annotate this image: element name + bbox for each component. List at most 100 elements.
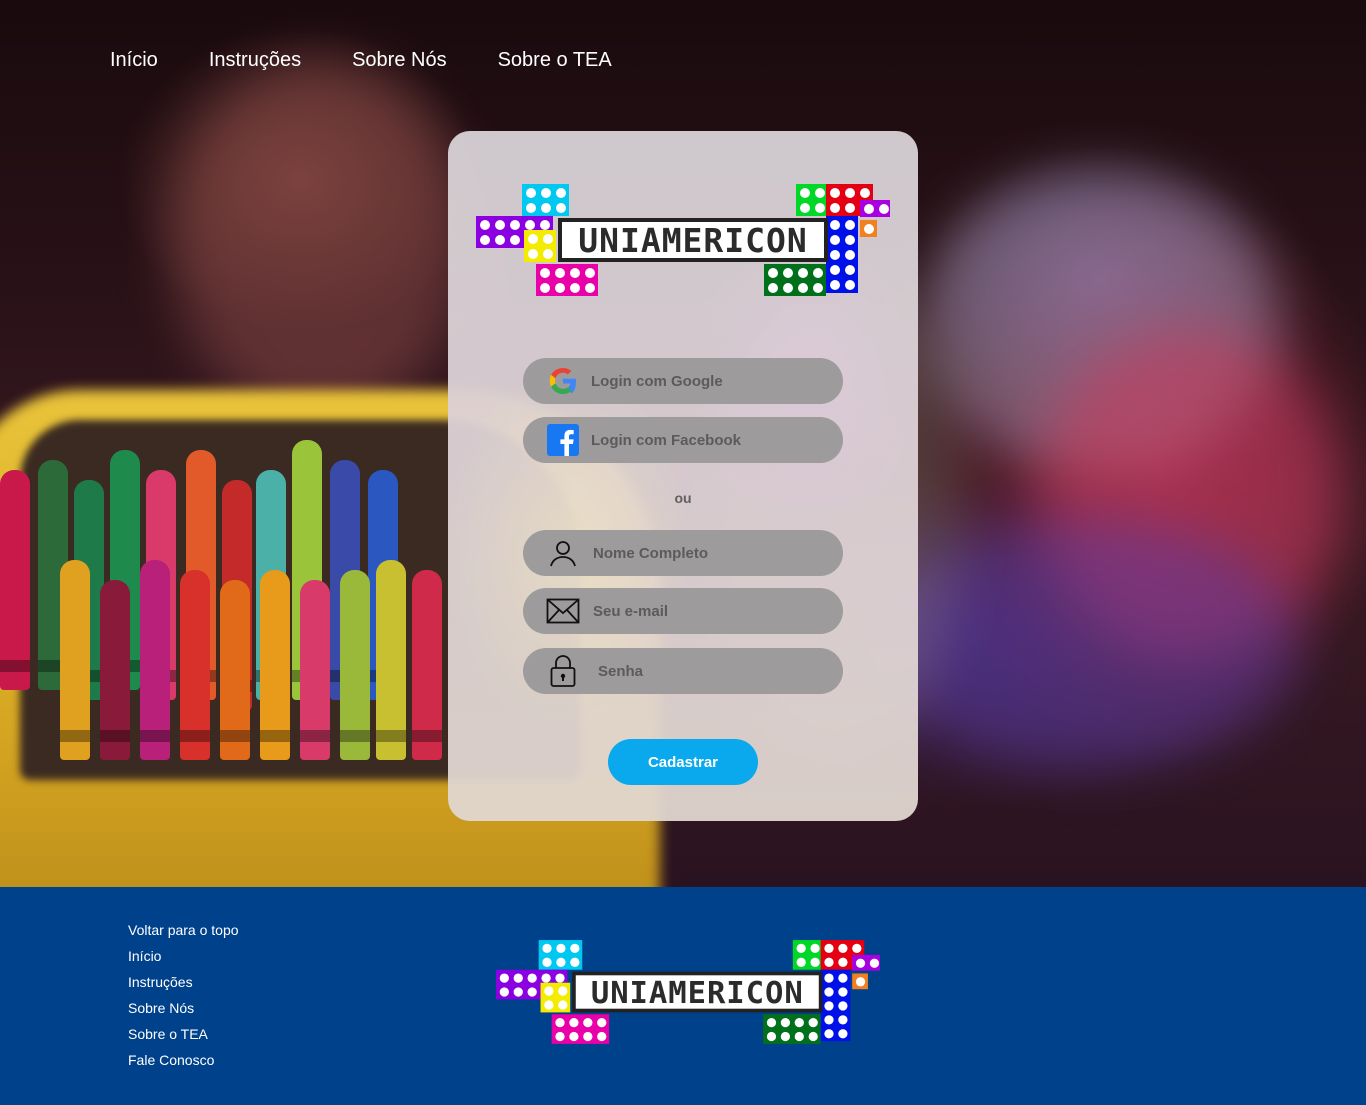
logo-block-stud xyxy=(768,283,778,293)
logo-block-stud xyxy=(860,188,870,198)
logo-block-stud xyxy=(810,957,820,967)
logo-block-stud xyxy=(794,1031,804,1042)
nav-link-instrucoes[interactable]: Instruções xyxy=(209,49,301,72)
logo-block-stud xyxy=(845,280,855,290)
logo-block-stud xyxy=(838,943,848,954)
google-login-label: Login com Google xyxy=(591,372,723,390)
logo-block-stud xyxy=(480,235,490,245)
logo-block-stud xyxy=(558,1000,568,1010)
footer-link-voltar-topo[interactable]: Voltar para o topo xyxy=(128,922,239,938)
logo-block-stud xyxy=(480,220,490,230)
logo-block-stud xyxy=(540,283,550,293)
logo-block-stud xyxy=(555,1031,565,1042)
logo-block-stud xyxy=(542,957,552,967)
logo-block-stud xyxy=(845,188,855,198)
email-input[interactable] xyxy=(593,602,823,620)
logo-block-stud xyxy=(555,283,565,293)
logo-block-stud xyxy=(845,265,855,275)
logo-block-stud xyxy=(845,250,855,260)
logo-block-stud xyxy=(556,188,566,198)
logo-block-stud xyxy=(855,977,866,987)
logo-block-stud xyxy=(526,188,536,198)
logo-block-stud xyxy=(800,203,810,213)
logo-block-stud xyxy=(583,1031,593,1042)
nav-link-inicio[interactable]: Início xyxy=(110,49,158,72)
logo-block-stud xyxy=(510,235,520,245)
logo-block-stud xyxy=(542,943,552,954)
logo-block-stud xyxy=(556,957,566,967)
footer-link-inicio[interactable]: Início xyxy=(128,948,161,964)
footer-link-sobre-nos[interactable]: Sobre Nós xyxy=(128,1000,194,1016)
logo-block-stud xyxy=(555,268,565,278)
footer-link-instrucoes[interactable]: Instruções xyxy=(128,974,193,990)
logo-block-stud xyxy=(543,234,553,244)
user-icon xyxy=(545,535,581,571)
logo-block-stud xyxy=(830,280,840,290)
logo-block-stud xyxy=(855,958,866,968)
logo-block-stud xyxy=(510,220,520,230)
logo-block-stud xyxy=(796,943,806,954)
logo-block-stud xyxy=(570,283,580,293)
logo-block-stud xyxy=(838,987,848,997)
logo-block-stud xyxy=(569,1031,579,1042)
logo-block-stud xyxy=(499,987,509,997)
logo-block-stud xyxy=(813,268,823,278)
logo-block-stud xyxy=(824,1001,834,1011)
logo-block-stud xyxy=(570,268,580,278)
top-navigation: Início Instruções Sobre Nós Sobre o TEA xyxy=(110,49,612,72)
logo-block-stud xyxy=(798,268,808,278)
logo-block-stud xyxy=(543,249,553,259)
logo-block-stud xyxy=(783,283,793,293)
logo-block-stud xyxy=(597,1017,607,1028)
logo-block-stud xyxy=(780,1017,791,1028)
facebook-login-button[interactable]: Login com Facebook xyxy=(523,417,843,463)
logo-block-stud xyxy=(794,1017,804,1028)
logo-block-stud xyxy=(830,265,840,275)
logo-block-stud xyxy=(540,220,550,230)
nav-link-sobre-tea[interactable]: Sobre o TEA xyxy=(498,49,612,72)
cadastrar-button[interactable]: Cadastrar xyxy=(608,739,758,785)
logo-block-stud xyxy=(555,973,565,983)
logo-block-stud xyxy=(495,220,505,230)
logo-block-stud xyxy=(830,203,840,213)
logo-block-stud xyxy=(813,283,823,293)
email-field xyxy=(523,588,843,634)
logo-block-stud xyxy=(597,1031,607,1042)
uniamericon-logo: UNIAMERICON xyxy=(476,184,890,296)
footer-links: Voltar para o topo Início Instruções Sob… xyxy=(128,922,239,1078)
logo-block-stud xyxy=(838,973,848,983)
logo-block-stud xyxy=(869,958,880,968)
logo-block-stud xyxy=(864,204,874,214)
name-field xyxy=(523,530,843,576)
google-login-button[interactable]: Login com Google xyxy=(523,358,843,404)
logo-block-stud xyxy=(585,268,595,278)
logo-block-stud xyxy=(527,987,537,997)
facebook-icon xyxy=(545,422,581,458)
svg-text:UNIAMERICON: UNIAMERICON xyxy=(578,221,808,260)
logo-block-stud xyxy=(838,1029,848,1039)
google-icon xyxy=(545,363,581,399)
nav-link-sobre-nos[interactable]: Sobre Nós xyxy=(352,49,447,72)
logo-block-stud xyxy=(766,1031,777,1042)
password-input[interactable] xyxy=(598,662,828,680)
logo-block-stud xyxy=(513,973,523,983)
logo-block-stud xyxy=(526,203,536,213)
logo-block-stud xyxy=(864,224,874,234)
name-input[interactable] xyxy=(593,544,823,562)
logo-block-stud xyxy=(808,1031,818,1042)
logo-block-stud xyxy=(815,203,825,213)
logo-block-stud xyxy=(796,957,806,967)
logo-block-stud xyxy=(845,220,855,230)
logo-block-stud xyxy=(824,957,834,967)
logo-block-stud xyxy=(845,203,855,213)
logo-block-stud xyxy=(824,1015,834,1025)
logo-block-stud xyxy=(527,973,537,983)
logo-block-stud xyxy=(499,973,509,983)
logo-block-stud xyxy=(555,1017,565,1028)
footer-logo-image: UNIAMERICON xyxy=(496,940,880,1044)
logo-block-stud xyxy=(852,943,862,954)
logo-block-stud xyxy=(541,203,551,213)
footer-link-sobre-tea[interactable]: Sobre o TEA xyxy=(128,1026,208,1042)
footer-link-fale-conosco[interactable]: Fale Conosco xyxy=(128,1052,214,1068)
logo-block-stud xyxy=(541,188,551,198)
